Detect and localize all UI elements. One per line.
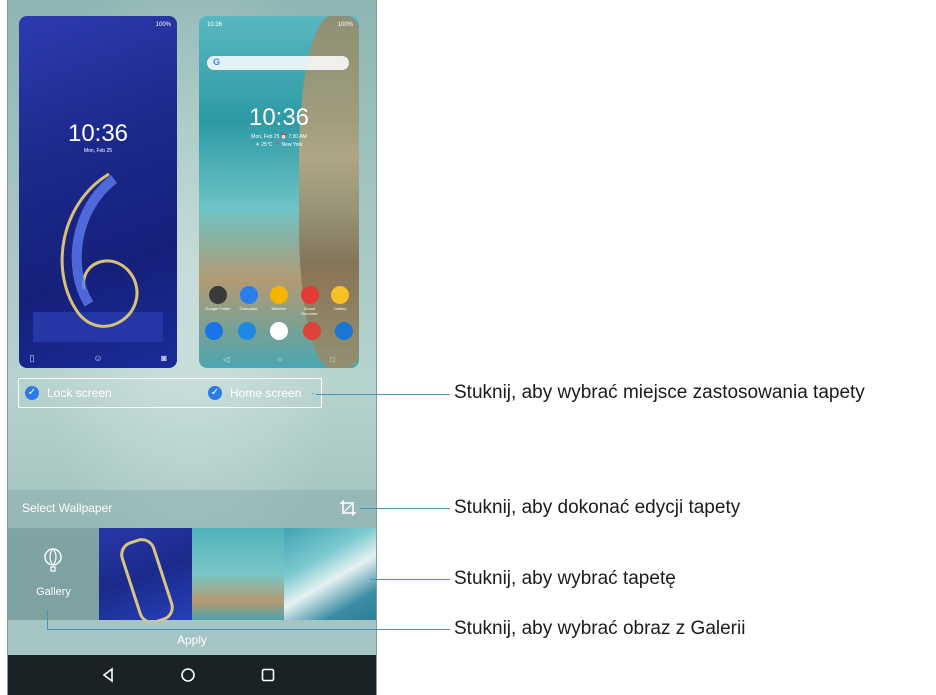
home-screen-checkbox[interactable]: ✓ Home screen: [208, 386, 301, 400]
chrome-icon: [302, 322, 321, 340]
status-battery: 100%: [337, 22, 353, 28]
play-store-icon: [270, 322, 288, 340]
app-weather: Weather: [266, 286, 292, 316]
apply-button[interactable]: Apply: [8, 620, 376, 655]
home-screen-preview[interactable]: 10:36 100% G 10:36 Mon, Feb 25 ⏰ 7:30 AM…: [199, 16, 359, 368]
leader-line: [312, 393, 313, 394]
vibrate-icon: ▯: [29, 353, 35, 363]
leader-line-apply-location: [316, 394, 450, 395]
balloon-icon: [44, 548, 62, 572]
app-row: Google Folder Calculator Weather Sound R…: [205, 286, 353, 316]
gallery-label: Gallery: [36, 586, 71, 598]
lock-clock: 10:36: [67, 120, 129, 147]
home-icon: ○: [277, 355, 283, 364]
status-time: 10:36: [207, 22, 223, 28]
lock-shortcuts: ▯ ☺ ◙: [19, 348, 177, 368]
callout-choose: Stuknij, aby wybrać tapetę: [454, 568, 676, 589]
home-date: Mon, Feb 25 ⏰ 7:30 AM: [251, 134, 307, 140]
camera-icon: ◙: [161, 353, 167, 363]
leader-line-edit: [360, 508, 450, 509]
home-clock: 10:36: [248, 104, 310, 131]
select-wallpaper-title: Select Wallpaper: [22, 501, 113, 515]
app-gallery: Gallery: [327, 286, 353, 316]
leader-line-gallery: [47, 629, 450, 630]
navigation-bar: [8, 655, 376, 695]
face-icon: ☺: [93, 353, 103, 363]
six-ribbon-art: [60, 172, 139, 328]
recent-apps-icon[interactable]: [260, 667, 276, 683]
home-weather: ☀ 25°C 📍 New York: [255, 142, 303, 148]
app-google-folder: Google Folder: [205, 286, 231, 316]
callout-apply-location: Stuknij, aby wybrać miejsce zastosowania…: [454, 382, 865, 403]
lock-screen-checkbox[interactable]: ✓ Lock screen: [25, 386, 112, 400]
wallpaper-thumbnail[interactable]: [284, 528, 376, 620]
leader-line-choose: [370, 579, 450, 580]
home-icon[interactable]: [180, 667, 196, 683]
gallery-app-icon: [331, 286, 349, 304]
dock: [205, 322, 353, 340]
leader-line-gallery-vertical: [47, 610, 48, 629]
gallery-button[interactable]: Gallery: [8, 528, 99, 620]
wallpaper-thumbnail[interactable]: [99, 528, 192, 628]
wallpaper-thumbnails: Gallery: [8, 528, 376, 628]
phone-icon: [205, 322, 223, 340]
google-logo-icon: G: [213, 57, 221, 67]
callout-gallery: Stuknij, aby wybrać obraz z Galerii: [454, 618, 746, 639]
wallpaper-thumbnail[interactable]: [192, 528, 284, 620]
calculator-icon: [239, 286, 258, 304]
ribbon-shape: [116, 534, 178, 628]
preview-nav: ◁ ○ □: [199, 355, 359, 364]
check-icon: ✓: [208, 386, 222, 400]
app-sound-recorder: Sound Recorder: [297, 286, 323, 316]
lock-date: Mon, Feb 25: [83, 148, 113, 154]
phone-screen: 100% 10:36 Mon, Feb 25 ▯ ☺ ◙ 10:36 100% …: [7, 0, 377, 695]
folder-icon: [209, 286, 227, 304]
weather-icon: [270, 286, 288, 304]
apply-label: Apply: [176, 633, 208, 647]
status-bar: 100%: [155, 22, 171, 28]
crop-icon[interactable]: [339, 499, 357, 517]
back-icon: ◁: [223, 355, 230, 364]
callout-edit: Stuknij, aby dokonać edycji tapety: [454, 497, 741, 518]
messages-icon: [237, 322, 256, 340]
app-calculator: Calculator: [236, 286, 262, 316]
recent-apps-icon: □: [330, 355, 335, 364]
check-icon: ✓: [25, 386, 39, 400]
back-icon[interactable]: [100, 667, 116, 683]
lock-screen-preview[interactable]: 100% 10:36 Mon, Feb 25 ▯ ☺ ◙: [19, 16, 177, 368]
camera-icon: [335, 322, 353, 340]
microphone-icon: [300, 286, 319, 304]
google-search-bar: G: [207, 56, 349, 70]
select-wallpaper-bar: Select Wallpaper: [8, 490, 376, 528]
apply-location-selector: ✓ Lock screen ✓ Home screen: [18, 378, 322, 408]
